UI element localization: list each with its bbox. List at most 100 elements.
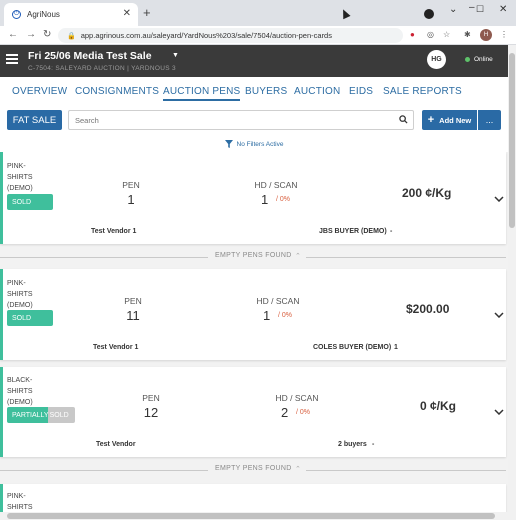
search-icon[interactable] <box>399 115 408 124</box>
maximize-icon[interactable]: ☐ <box>476 4 484 15</box>
head-count: 1 <box>263 308 271 323</box>
status-dot-icon <box>465 57 470 62</box>
sale-type-button[interactable]: FAT SALE <box>7 110 62 130</box>
pen-price: 0 ¢/Kg <box>420 399 457 413</box>
mouse-cursor-icon <box>339 7 351 20</box>
bookmark-star-icon[interactable]: ☆ <box>443 30 450 39</box>
tab-buyers[interactable]: BUYERS <box>245 86 287 97</box>
sale-dropdown-icon[interactable]: ▼ <box>172 52 179 59</box>
vertical-scrollbar-thumb[interactable] <box>509 53 515 228</box>
status-badge: SOLD <box>7 310 53 326</box>
pen-card[interactable]: PINK- SHIRTS (DEMO) SOLD PEN 11 HD / SCA… <box>0 269 506 360</box>
extension-icon[interactable]: ● <box>410 30 415 39</box>
buyer-name: JBS BUYER (DEMO) <box>319 228 387 235</box>
tab-auction-pens[interactable]: AUCTION PENS <box>163 86 241 101</box>
filter-status[interactable]: No Filters Active <box>0 138 508 150</box>
product-name-line: PINK- <box>7 280 26 287</box>
browser-tab-title: AgriNous <box>27 10 60 19</box>
browser-toolbar: ← → ↻ 🔒 app.agrinous.com.au/saleyard/Yar… <box>0 26 516 45</box>
buyer-name: 2 buyers <box>338 441 367 448</box>
empty-pens-divider[interactable]: EMPTY PENS FOUND ⌃ <box>0 252 506 262</box>
search-input[interactable] <box>75 115 395 125</box>
scan-percent: / 0% <box>278 312 293 319</box>
scan-percent: / 0% <box>296 409 311 416</box>
chevron-down-icon[interactable] <box>494 196 504 202</box>
horizontal-scrollbar[interactable] <box>0 512 508 520</box>
pen-label: PEN <box>142 393 160 403</box>
browser-tab-bar: ⏻ AgriNous ✕ + ⌄ – ☐ ✕ <box>0 0 516 26</box>
empty-pens-label: EMPTY PENS FOUND <box>215 465 292 472</box>
status-badge: PARTIALLY SOLD <box>7 407 75 423</box>
filter-funnel-icon <box>224 140 233 148</box>
section-tabs: OVERVIEW CONSIGNMENTS AUCTION PENS BUYER… <box>0 77 508 104</box>
hd-scan-label: HD / SCAN <box>275 393 319 403</box>
close-tab-icon[interactable]: ✕ <box>123 8 131 19</box>
scan-percent: / 0% <box>276 196 291 203</box>
product-name-line: (DEMO) <box>7 185 33 192</box>
sale-subtitle: C-7504: SALEYARD AUCTION | YARDNOUS 3 <box>28 65 176 72</box>
browser-menu-icon[interactable]: ⋮ <box>500 30 508 39</box>
tab-sale-reports[interactable]: SALE REPORTS <box>383 86 462 97</box>
pen-product-name: PINK- SHIRTS <box>7 491 33 513</box>
vendor-name: Test Vendor 1 <box>93 344 139 351</box>
buyer-bid: - <box>390 228 393 235</box>
hd-scan-label: HD / SCAN <box>254 180 298 190</box>
tab-overview[interactable]: OVERVIEW <box>12 86 67 97</box>
extensions-puzzle-icon[interactable]: ✱ <box>464 30 471 39</box>
pen-label: PEN <box>122 180 140 190</box>
pen-number: 12 <box>143 405 159 420</box>
user-avatar[interactable]: HG <box>427 50 446 69</box>
pen-price: 200 ¢/Kg <box>402 186 452 200</box>
new-tab-icon[interactable]: + <box>143 5 151 20</box>
pen-card[interactable]: PINK- SHIRTS (DEMO) SOLD PEN 1 HD / SCAN… <box>0 152 506 244</box>
pens-toolbar: FAT SALE + Add New ... <box>0 104 508 137</box>
add-new-button[interactable]: + Add New <box>422 110 477 130</box>
pen-label: PEN <box>124 296 142 306</box>
window-dropdown-icon[interactable]: ⌄ <box>449 4 457 15</box>
vertical-scrollbar[interactable] <box>508 45 516 520</box>
head-count: 2 <box>281 405 289 420</box>
pen-number: 1 <box>127 192 135 207</box>
chevron-up-icon: ⌃ <box>295 253 301 260</box>
horizontal-scrollbar-thumb[interactable] <box>7 513 495 519</box>
head-count: 1 <box>261 192 269 207</box>
browser-tab[interactable]: ⏻ AgriNous ✕ <box>4 3 138 26</box>
sale-title[interactable]: Fri 25/06 Media Test Sale <box>28 50 152 62</box>
hd-scan-label: HD / SCAN <box>256 296 300 306</box>
product-name-line: SHIRTS <box>7 388 33 395</box>
reload-icon[interactable]: ↻ <box>43 29 51 40</box>
pen-product-name: PINK- SHIRTS (DEMO) <box>7 278 33 311</box>
forward-icon[interactable]: → <box>26 29 36 40</box>
filter-status-label: No Filters Active <box>236 140 284 148</box>
tab-auction[interactable]: AUCTION <box>294 86 340 97</box>
empty-pens-divider[interactable]: EMPTY PENS FOUND ⌃ <box>0 465 506 475</box>
pen-price: $200.00 <box>406 302 450 316</box>
chevron-down-icon[interactable] <box>494 312 504 318</box>
pen-product-name: PINK- SHIRTS (DEMO) <box>7 161 33 194</box>
tab-consignments[interactable]: CONSIGNMENTS <box>75 86 159 97</box>
product-name-line: BLACK- <box>7 377 33 384</box>
lock-icon: 🔒 <box>67 32 76 40</box>
product-name-line: PINK- <box>7 163 26 170</box>
google-lens-icon[interactable]: ◎ <box>427 30 434 39</box>
tab-eids[interactable]: EIDS <box>349 86 373 97</box>
minimize-icon[interactable]: – <box>469 2 475 13</box>
status-part-2: SOLD <box>49 411 69 419</box>
status-badge: SOLD <box>7 194 53 210</box>
profile-menu-icon[interactable] <box>424 9 434 19</box>
more-options-button[interactable]: ... <box>478 110 501 130</box>
empty-pens-label: EMPTY PENS FOUND <box>215 252 292 259</box>
chevron-down-icon[interactable] <box>494 409 504 415</box>
pen-card[interactable]: BLACK- SHIRTS (DEMO) PARTIALLY SOLD PEN 1… <box>0 367 506 457</box>
browser-profile-avatar[interactable]: H <box>480 29 492 41</box>
vendor-name: Test Vendor 1 <box>91 228 137 235</box>
agrinous-favicon-icon: ⏻ <box>12 10 21 19</box>
product-name-line: SHIRTS <box>7 291 33 298</box>
hamburger-menu-icon[interactable] <box>6 54 18 64</box>
chevron-up-icon: ⌃ <box>295 466 301 473</box>
status-part-1: PARTIALLY <box>12 411 49 419</box>
vendor-name: Test Vendor <box>96 441 136 448</box>
back-icon[interactable]: ← <box>8 29 18 40</box>
address-bar[interactable]: 🔒 app.agrinous.com.au/saleyard/YardNous%… <box>58 28 403 43</box>
close-window-icon[interactable]: ✕ <box>499 4 507 15</box>
